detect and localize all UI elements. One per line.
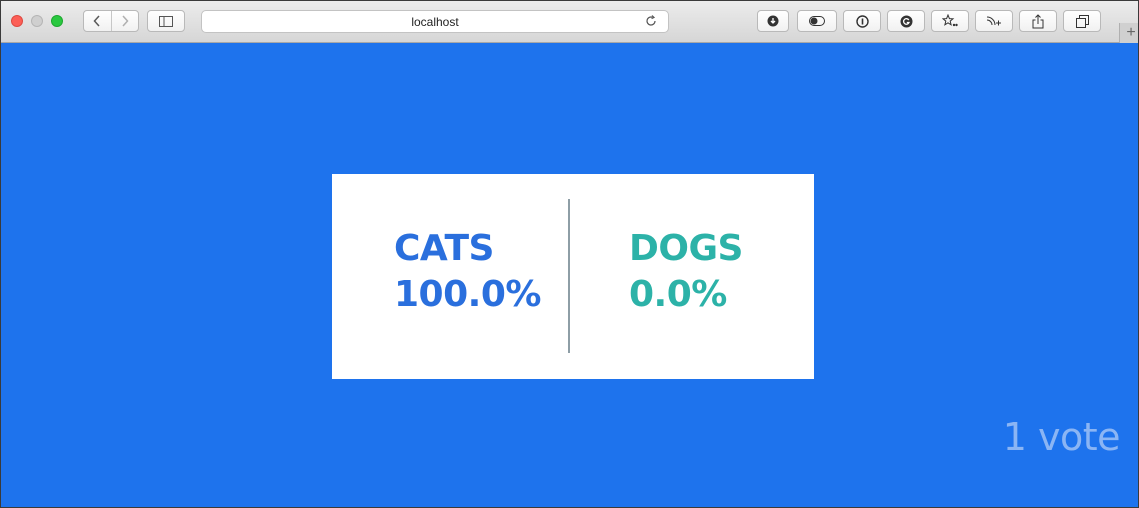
close-window-button[interactable] bbox=[11, 15, 23, 27]
url-text: localhost bbox=[411, 15, 459, 29]
password-button[interactable] bbox=[843, 10, 881, 32]
toggle-button[interactable] bbox=[797, 10, 837, 32]
share-button[interactable] bbox=[1019, 10, 1057, 32]
vote-count: 1 vote bbox=[1002, 415, 1121, 459]
zoom-window-button[interactable] bbox=[51, 15, 63, 27]
nav-buttons bbox=[83, 10, 139, 32]
option-cats: CATS 100.0% bbox=[394, 226, 541, 318]
tabs-icon bbox=[1075, 14, 1089, 28]
option-cats-label: CATS bbox=[394, 228, 494, 269]
grammarly-icon bbox=[900, 15, 912, 27]
browser-window: localhost + CATS 100.0% DOGS 0.0% 1 vote bbox=[0, 0, 1139, 508]
favorites-icon bbox=[942, 14, 958, 27]
option-dogs-label: DOGS bbox=[629, 228, 743, 269]
back-button[interactable] bbox=[84, 11, 111, 31]
page-content: CATS 100.0% DOGS 0.0% 1 vote bbox=[1, 43, 1138, 507]
minimize-window-button[interactable] bbox=[31, 15, 43, 27]
address-bar[interactable]: localhost bbox=[201, 10, 669, 33]
option-dogs-percent: 0.0% bbox=[629, 274, 727, 315]
sidebar-button[interactable] bbox=[147, 10, 185, 32]
toggle-icon bbox=[809, 16, 825, 26]
forward-icon bbox=[122, 15, 129, 27]
browser-toolbar: localhost + bbox=[1, 1, 1138, 43]
reload-icon[interactable] bbox=[644, 14, 658, 28]
download-icon bbox=[767, 15, 779, 27]
grammarly-button[interactable] bbox=[887, 10, 925, 32]
rss-button[interactable] bbox=[975, 10, 1013, 32]
forward-button[interactable] bbox=[110, 11, 139, 31]
share-icon bbox=[1032, 13, 1044, 28]
results-card: CATS 100.0% DOGS 0.0% bbox=[332, 174, 814, 379]
new-tab-button[interactable]: + bbox=[1119, 23, 1138, 43]
tabs-overview-button[interactable] bbox=[1063, 10, 1101, 32]
password-icon bbox=[855, 14, 869, 28]
rss-icon bbox=[986, 16, 1001, 26]
back-icon bbox=[93, 15, 100, 27]
favorites-button[interactable] bbox=[931, 10, 969, 32]
download-button[interactable] bbox=[757, 10, 789, 32]
option-cats-percent: 100.0% bbox=[394, 274, 541, 315]
sidebar-icon bbox=[159, 15, 173, 27]
divider bbox=[568, 199, 570, 353]
option-dogs: DOGS 0.0% bbox=[629, 226, 743, 318]
